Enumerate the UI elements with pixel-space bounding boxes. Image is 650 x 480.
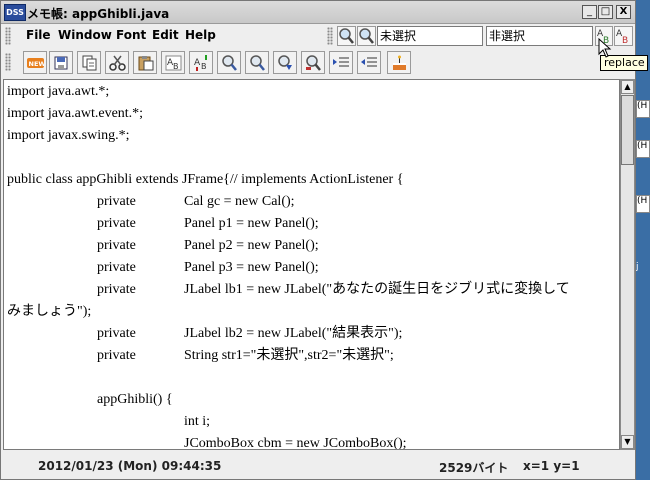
code-line-continuation: JLabel lb1 = new JLabel("あなたの誕生日をジブリ式に変換… <box>184 282 570 297</box>
code-line-continuation: Panel p1 = new Panel(); <box>184 216 319 231</box>
outdent-icon <box>361 57 377 67</box>
magnifier-replace-icon <box>306 55 321 71</box>
peek-text: (H <box>637 196 648 206</box>
peek-text: (H <box>637 101 648 111</box>
app-icon[interactable]: DSS <box>4 4 26 21</box>
replace-all-ab-icon: AB <box>616 29 628 46</box>
new-button[interactable]: NEW <box>23 51 47 74</box>
svg-text:B: B <box>201 62 207 71</box>
save-icon <box>82 55 97 71</box>
code-line: みましょう"); <box>7 304 92 319</box>
magnifier-icon <box>250 55 265 71</box>
peek-text: j <box>636 262 639 272</box>
code-line: private <box>97 282 136 297</box>
replace-all-button[interactable]: AB <box>614 26 633 46</box>
close-button[interactable]: X <box>616 5 631 19</box>
minimize-button[interactable]: _ <box>582 5 597 19</box>
cake-icon <box>393 55 406 70</box>
status-bar: 2012/01/23 (Mon) 09:44:35 2529バイト x=1 y=… <box>1 453 635 479</box>
indent-icon <box>333 57 349 67</box>
open-icon <box>54 56 68 70</box>
indent-button[interactable] <box>329 51 353 74</box>
code-line: import javax.swing.*; <box>7 128 130 143</box>
status-datetime: 2012/01/23 (Mon) 09:44:35 <box>38 459 222 473</box>
peek-text: (H <box>637 141 648 151</box>
magnifier-icon <box>339 28 354 44</box>
svg-text:A: A <box>194 58 201 68</box>
background-window-fragment: j <box>636 262 650 280</box>
code-line: import java.awt.*; <box>7 84 110 99</box>
code-line: private <box>97 348 136 363</box>
svg-text:B: B <box>622 36 628 45</box>
toolbar: NEW AB AB <box>1 49 635 77</box>
magnifier-icon <box>222 55 237 71</box>
code-line-continuation: String str1="未選択",str2="未選択"; <box>184 348 394 363</box>
code-line: public class appGhibli extends JFrame{//… <box>7 172 404 187</box>
code-line: private <box>97 216 136 231</box>
toolbar-grip-icon[interactable] <box>5 53 11 71</box>
cut-button[interactable] <box>105 51 129 74</box>
code-line: private <box>97 238 136 253</box>
searchbar-grip-icon[interactable] <box>327 27 333 45</box>
scroll-up-button[interactable]: ▲ <box>621 80 634 94</box>
menu-edit[interactable]: Edit <box>152 28 179 42</box>
font-ab-icon: AB <box>165 55 182 71</box>
code-line-continuation: JLabel lb2 = new JLabel("結果表示"); <box>184 326 403 341</box>
clipboard-icon <box>138 56 154 71</box>
find-prev-button[interactable] <box>337 26 356 46</box>
code-line: import java.awt.event.*; <box>7 106 144 121</box>
vertical-scrollbar[interactable]: ▲ ▼ <box>620 79 635 450</box>
code-line: JComboBox cbm = new JComboBox(); <box>184 436 407 450</box>
text-editor[interactable]: import java.awt.*; import java.awt.event.… <box>3 79 620 450</box>
title-bar[interactable]: DSS メモ帳: appGhibli.java _ □ X <box>1 1 635 24</box>
birthday-button[interactable] <box>387 51 411 74</box>
background-window-fragment: (H <box>636 140 650 158</box>
window-title: メモ帳: appGhibli.java <box>27 7 170 21</box>
code-line: private <box>97 194 136 209</box>
scissors-icon <box>109 55 126 71</box>
code-line: private <box>97 326 136 341</box>
maximize-button[interactable]: □ <box>598 5 613 19</box>
code-line: int i; <box>184 414 211 429</box>
code-line-continuation: Panel p2 = new Panel(); <box>184 238 319 253</box>
new-icon: NEW <box>27 58 45 68</box>
status-cursor-position: x=1 y=1 <box>523 459 580 473</box>
menu-help[interactable]: Help <box>185 28 216 42</box>
menu-font[interactable]: Font <box>116 28 146 42</box>
background-window-fragment: (H <box>636 100 650 118</box>
magnifier-down-icon <box>278 55 292 70</box>
save-button[interactable] <box>77 51 101 74</box>
font-size-button[interactable]: AB <box>189 51 213 74</box>
menubar-grip-icon[interactable] <box>5 27 11 45</box>
mouse-cursor-icon <box>598 38 612 58</box>
font-button[interactable]: AB <box>161 51 185 74</box>
replace-field[interactable]: 非選択 <box>486 26 593 46</box>
svg-text:NEW: NEW <box>29 60 45 68</box>
paste-button[interactable] <box>133 51 157 74</box>
magnifier-icon <box>359 28 374 44</box>
scroll-thumb[interactable] <box>621 95 634 165</box>
code-line: private <box>97 260 136 275</box>
open-button[interactable] <box>49 51 73 74</box>
find-next-tool-button[interactable] <box>245 51 269 74</box>
menu-window[interactable]: Window <box>58 28 112 42</box>
svg-text:B: B <box>173 62 179 71</box>
background-window-fragment: (H <box>636 195 650 213</box>
menu-file[interactable]: File <box>26 28 51 42</box>
status-bytes: 2529バイト <box>439 461 509 475</box>
scroll-down-button[interactable]: ▼ <box>621 435 634 449</box>
find-field[interactable]: 未選択 <box>377 26 483 46</box>
find-next-button[interactable] <box>357 26 376 46</box>
outdent-button[interactable] <box>357 51 381 74</box>
code-line-continuation: Panel p3 = new Panel(); <box>184 260 319 275</box>
code-line: appGhibli() { <box>97 392 173 407</box>
find-down-button[interactable] <box>273 51 297 74</box>
desktop-background: (H (H (H j <box>636 0 650 480</box>
notepad-window: DSS メモ帳: appGhibli.java _ □ X File Windo… <box>0 0 636 480</box>
code-line-continuation: Cal gc = new Cal(); <box>184 194 295 209</box>
find-tool-button[interactable] <box>217 51 241 74</box>
font-size-icon: AB <box>194 55 207 71</box>
find-replace-tool-button[interactable] <box>301 51 325 74</box>
